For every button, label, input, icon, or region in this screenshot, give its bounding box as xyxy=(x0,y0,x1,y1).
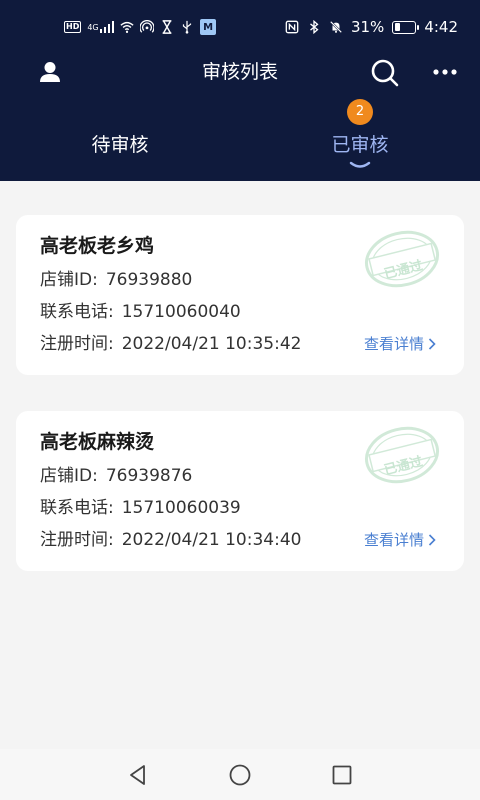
store-id-value: 76939876 xyxy=(105,466,193,486)
phone-row: 联系电话: 15710060040 xyxy=(40,300,241,324)
store-id-row: 店铺ID: 76939876 xyxy=(40,464,192,488)
review-record-card[interactable]: 已通过 高老板老乡鸡 店铺ID: 76939880 联系电话: 1571006004… xyxy=(16,215,464,375)
register-time-value: 2022/04/21 10:34:40 xyxy=(121,530,302,550)
view-details-link[interactable]: 查看详情 xyxy=(364,333,436,355)
wifi-icon xyxy=(120,21,134,33)
hd-icon: HD xyxy=(64,21,82,33)
usb-icon xyxy=(183,20,192,34)
mute-bell-icon xyxy=(329,20,343,34)
view-details-link[interactable]: 查看详情 xyxy=(364,529,436,551)
phone-label: 联系电话: xyxy=(40,498,114,518)
store-id-row: 店铺ID: 76939880 xyxy=(40,268,192,292)
register-time-value: 2022/04/21 10:35:42 xyxy=(121,334,302,354)
more-icon[interactable] xyxy=(432,62,458,82)
active-tab-indicator xyxy=(349,161,371,168)
status-bar: HD 4G M 31% 4:42 xyxy=(0,0,480,54)
register-time-row: 注册时间: 2022/04/21 10:35:42 xyxy=(40,332,301,356)
hotspot-icon xyxy=(140,20,155,33)
recent-square-icon[interactable] xyxy=(330,763,354,787)
register-time-label: 注册时间: xyxy=(40,530,114,550)
register-time-label: 注册时间: xyxy=(40,334,114,354)
tab-reviewed[interactable]: 已审核 xyxy=(300,129,420,161)
tab-count-badge: 2 xyxy=(347,99,373,125)
header-area: HD 4G M 31% 4:42 审核列表 待审核 已审核 2 xyxy=(0,0,480,181)
status-right-icons: 31% 4:42 xyxy=(285,17,458,37)
back-triangle-icon[interactable] xyxy=(126,763,150,787)
bluetooth-icon xyxy=(310,20,319,34)
clock: 4:42 xyxy=(424,18,458,36)
view-details-label: 查看详情 xyxy=(363,531,424,549)
store-name: 高老板麻辣烫 xyxy=(40,431,155,453)
system-nav-bar xyxy=(0,749,480,800)
store-id-label: 店铺ID: xyxy=(40,270,98,290)
store-id-label: 店铺ID: xyxy=(40,466,98,486)
store-id-value: 76939880 xyxy=(105,270,193,290)
chevron-right-icon xyxy=(428,534,436,546)
store-name: 高老板老乡鸡 xyxy=(40,235,155,257)
page-title: 审核列表 xyxy=(201,61,278,83)
review-record-card[interactable]: 已通过 高老板麻辣烫 店铺ID: 76939876 联系电话: 1571006003… xyxy=(16,411,464,571)
register-time-row: 注册时间: 2022/04/21 10:34:40 xyxy=(40,528,301,552)
phone-value: 15710060039 xyxy=(121,498,241,518)
battery-icon xyxy=(392,20,420,34)
app-notification-icon: M xyxy=(200,19,217,35)
battery-percent: 31% xyxy=(350,18,385,36)
status-left-icons: HD 4G M xyxy=(64,17,217,37)
phone-label: 联系电话: xyxy=(40,302,114,322)
cell-signal-icon: 4G xyxy=(87,21,115,33)
phone-row: 联系电话: 15710060039 xyxy=(40,496,241,520)
nfc-icon xyxy=(285,20,299,34)
phone-value: 15710060040 xyxy=(121,302,241,322)
view-details-label: 查看详情 xyxy=(363,335,424,353)
home-circle-icon[interactable] xyxy=(228,763,252,787)
tab-pending[interactable]: 待审核 xyxy=(60,129,180,161)
chevron-right-icon xyxy=(428,338,436,350)
hourglass-icon xyxy=(162,20,172,34)
search-icon[interactable] xyxy=(370,58,400,88)
